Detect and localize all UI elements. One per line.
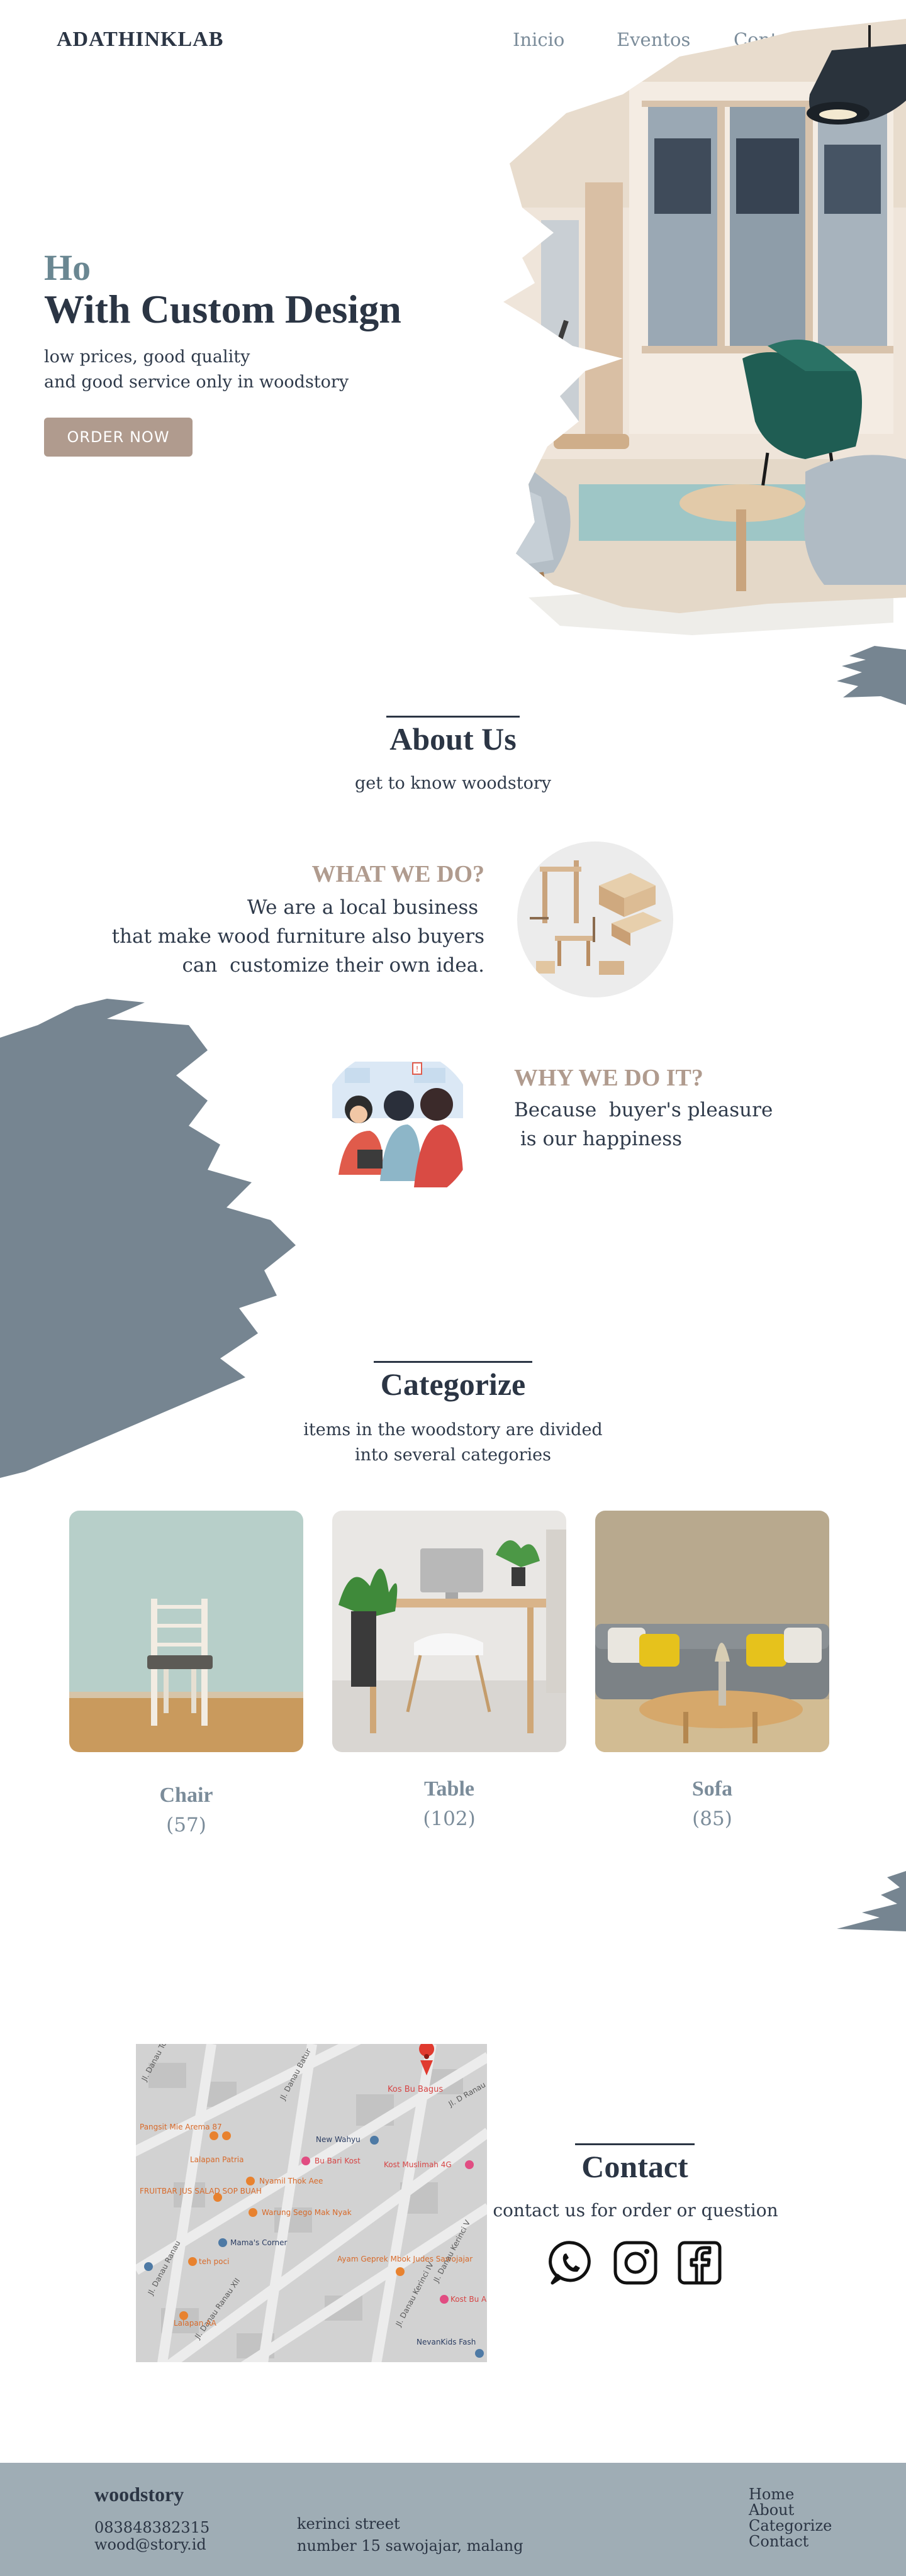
decorative-brush-stroke (837, 646, 906, 705)
category-count-sofa: (85) (692, 1807, 732, 1830)
footer-link-contact[interactable]: Contact (749, 2534, 832, 2550)
categorize-subtitle: items in the woodstory are divided into … (0, 1418, 906, 1468)
location-map[interactable]: Kos Bu Bagus Jl. Danau Toba Jl. Danau Ba… (136, 2044, 487, 2362)
about-title: About Us (389, 721, 517, 757)
footer-address-line-2: number 15 sawojajar, malang (297, 2537, 523, 2555)
buyers-illustration-icon: ! (332, 1062, 464, 1187)
map-label: Kost Muslimah 4G (384, 2160, 452, 2169)
footer-address-line-1: kerinci street (297, 2515, 400, 2533)
why-we-do-it-heading: WHY WE DO IT? (514, 1065, 703, 1091)
hero-title: With Custom Design (44, 287, 401, 331)
svg-text:!: ! (416, 1065, 419, 1074)
category-card-table[interactable] (332, 1511, 566, 1752)
map-canvas: Kos Bu Bagus Jl. Danau Toba Jl. Danau Ba… (136, 2044, 487, 2362)
map-label: New Wahyu (316, 2135, 361, 2144)
footer-link-home[interactable]: Home (749, 2487, 832, 2502)
categorize-title: Categorize (380, 1367, 526, 1402)
facebook-icon[interactable] (676, 2239, 724, 2287)
hero-subtitle-line-1: low prices, good quality (44, 347, 250, 367)
map-label: FRUITBAR JUS SALAD SOP BUAH (140, 2187, 262, 2196)
footer-contact-info: 083848382315 wood@story.id (94, 2519, 210, 2553)
people-illustration: ! (320, 1049, 476, 1205)
why-we-do-it-text: Because buyer's pleasure is our happines… (514, 1099, 773, 1150)
map-label: Bu Bari Kost (315, 2157, 361, 2165)
map-label: NevanKids Fash (417, 2338, 476, 2346)
category-count-chair: (57) (166, 1814, 206, 1836)
whatsapp-icon[interactable] (547, 2239, 595, 2287)
category-count-table: (102) (423, 1807, 476, 1830)
contact-subtitle: contact us for order or question (493, 2200, 778, 2221)
map-label: Nyamil Thok Aee (259, 2177, 323, 2185)
instagram-icon[interactable] (612, 2239, 659, 2287)
decorative-brush-stroke (837, 1871, 906, 1931)
map-label: Pangsit Mie Arema 87 (140, 2123, 222, 2131)
category-card-sofa[interactable] (595, 1511, 829, 1752)
footer-link-about[interactable]: About (749, 2502, 832, 2518)
category-name-table[interactable]: Table (332, 1777, 566, 1801)
about-divider (386, 716, 520, 718)
footer-address: kerinci street number 15 sawojajar, mala… (297, 2516, 523, 2555)
categorize-subtitle-line-2: into several categories (355, 1445, 551, 1465)
map-label: Warung Sego Mak Nyak (262, 2208, 352, 2217)
contact-divider (575, 2143, 695, 2145)
hero-kicker: Ho (44, 247, 91, 288)
map-label: Kost Bu Ai (450, 2295, 487, 2304)
footer-brand: woodstory (94, 2483, 184, 2506)
category-card-chair[interactable] (69, 1511, 303, 1752)
categorize-subtitle-line-1: items in the woodstory are divided (303, 1420, 603, 1440)
hero-subtitle-line-2: and good service only in woodstory (44, 372, 349, 392)
pendant-lamp-image (807, 25, 906, 125)
map-label: Mama's Corner (230, 2238, 288, 2247)
map-label: Lalapan Patria (190, 2155, 244, 2164)
category-name-sofa[interactable]: Sofa (595, 1777, 829, 1801)
what-we-do-text: We are a local business that make wood f… (111, 896, 484, 977)
woodwork-furniture-icon (530, 860, 662, 975)
category-name-chair[interactable]: Chair (69, 1784, 303, 1807)
sofa-photo (595, 1511, 829, 1752)
categorize-divider (374, 1361, 532, 1363)
what-we-do-heading: WHAT WE DO? (311, 861, 485, 887)
hero-subtitle: low prices, good quality and good servic… (44, 345, 349, 395)
map-label: Lalapan AA (174, 2319, 217, 2328)
about-subtitle: get to know woodstory (354, 774, 552, 793)
table-photo (332, 1511, 566, 1752)
footer-phone[interactable]: 083848382315 (94, 2519, 210, 2536)
decorative-brush-stroke (0, 999, 296, 1478)
footer-links: Home About Categorize Contact (749, 2487, 832, 2550)
contact-title: Contact (581, 2149, 688, 2184)
map-label: teh poci (199, 2257, 229, 2266)
map-label: Kos Bu Bagus (388, 2085, 443, 2094)
chair-photo (69, 1511, 303, 1752)
workshop-illustration (517, 841, 673, 997)
footer-email[interactable]: wood@story.id (94, 2536, 210, 2553)
footer-link-categorize[interactable]: Categorize (749, 2518, 832, 2534)
order-now-button[interactable]: ORDER NOW (44, 418, 193, 457)
